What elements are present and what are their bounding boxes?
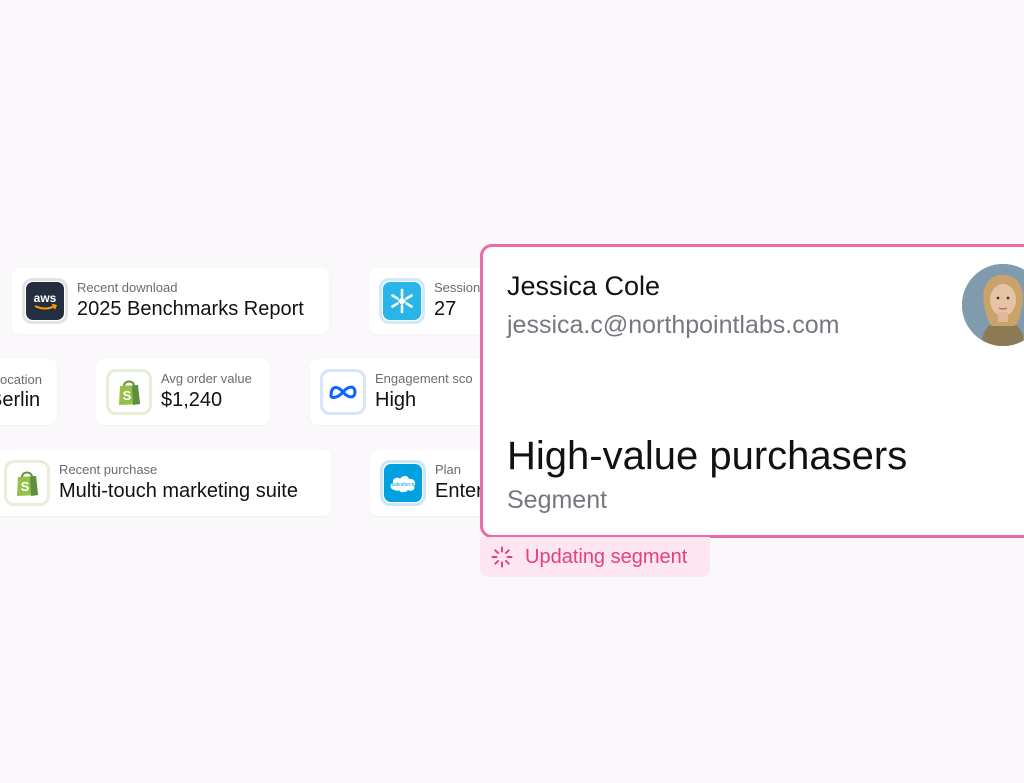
attribute-label: Session <box>434 280 481 295</box>
segment-caption: Segment <box>507 486 608 514</box>
profile-name: Jessica Cole <box>507 271 661 301</box>
snowflake-logo-tile <box>379 278 425 324</box>
meta-logo-icon <box>324 373 362 411</box>
attribute-card-engagement-score: Engagement sco High <box>310 359 500 425</box>
attribute-value: Berlin <box>0 389 41 411</box>
svg-text:S: S <box>123 388 132 403</box>
shopify-logo-tile: S <box>4 460 50 506</box>
attribute-value: $1,240 <box>161 389 223 411</box>
attribute-label: Engagement sco <box>375 371 473 386</box>
loading-spinner-icon <box>491 546 513 568</box>
aws-logo-icon: aws <box>26 282 64 320</box>
attribute-value: Multi-touch marketing suite <box>59 480 298 502</box>
salesforce-logo-tile: salesforce <box>380 460 426 506</box>
status-text: Updating segment <box>525 546 688 568</box>
salesforce-logo-icon: salesforce <box>384 464 422 502</box>
attribute-card-recent-download: aws Recent download 2025 Benchmarks Repo… <box>12 268 329 334</box>
snowflake-logo-icon <box>383 282 421 320</box>
segment-name: High-value purchasers <box>507 434 908 478</box>
avatar <box>962 264 1024 346</box>
shopify-logo-icon: S <box>8 464 46 502</box>
profile-card[interactable]: Jessica Cole jessica.c@northpointlabs.co… <box>480 244 1024 538</box>
attribute-label: Plan <box>435 462 462 477</box>
attribute-label: Avg order value <box>161 371 252 386</box>
shopify-logo-tile: S <box>106 369 152 415</box>
svg-text:S: S <box>21 479 30 494</box>
aws-logo-tile: aws <box>22 278 68 324</box>
attribute-card-location: ocation Berlin <box>0 359 57 425</box>
attribute-value: 2025 Benchmarks Report <box>77 298 304 320</box>
attribute-card-recent-purchase: S Recent purchase Multi-touch marketing … <box>0 450 331 516</box>
profile-email: jessica.c@northpointlabs.com <box>507 311 840 339</box>
aws-logo-text: aws <box>34 291 57 305</box>
salesforce-logo-text: salesforce <box>392 482 415 488</box>
integration-canvas: aws Recent download 2025 Benchmarks Repo… <box>0 0 1024 783</box>
attribute-label: Recent download <box>77 280 178 295</box>
attribute-value: 27 <box>434 298 457 320</box>
attribute-value: High <box>375 389 417 411</box>
shopify-logo-icon: S <box>110 373 148 411</box>
attribute-value: Enter <box>435 480 483 502</box>
attribute-label: Recent purchase <box>59 462 158 477</box>
attribute-label: ocation <box>0 372 42 387</box>
meta-logo-tile <box>320 369 366 415</box>
status-indicator: Updating segment <box>480 537 710 577</box>
attribute-card-avg-order-value: S Avg order value $1,240 <box>96 359 270 425</box>
